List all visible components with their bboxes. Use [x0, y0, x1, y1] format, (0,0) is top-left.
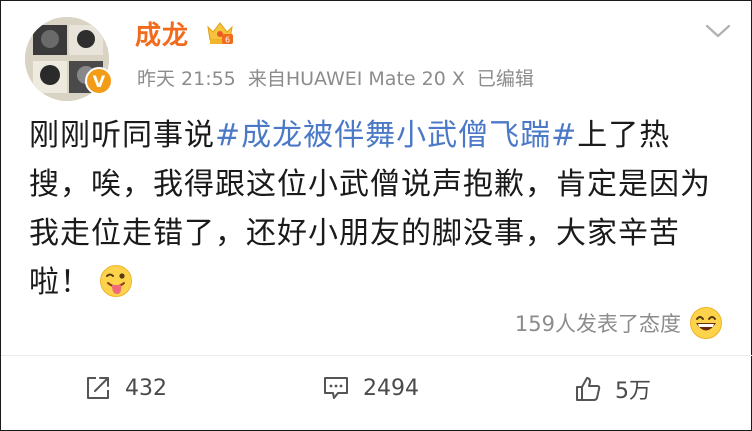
- svg-text:6: 6: [225, 36, 230, 45]
- edited-label[interactable]: 已编辑: [477, 68, 534, 90]
- content-text-before: 刚刚听同事说: [29, 118, 215, 153]
- verified-badge: V: [85, 67, 113, 95]
- share-icon: [87, 377, 109, 399]
- like-button[interactable]: 5万: [573, 373, 651, 405]
- tongue-wink-emoji-icon: [100, 265, 132, 297]
- crown-vip-icon[interactable]: 6: [205, 17, 235, 47]
- divider: [1, 355, 752, 356]
- author-name[interactable]: 成龙: [135, 15, 189, 52]
- thumbs-up-icon: [576, 377, 601, 401]
- comment-count: 2494: [363, 375, 419, 401]
- comment-icon: [324, 377, 348, 399]
- grin-emoji-icon: [690, 307, 722, 339]
- hashtag-link[interactable]: #成龙被伴舞小武僧飞踹#: [215, 118, 577, 153]
- chevron-down-icon[interactable]: [704, 21, 732, 41]
- share-count: 432: [125, 375, 167, 401]
- reactions-summary[interactable]: 159人发表了态度: [515, 306, 723, 340]
- post-time: 21:55: [181, 68, 236, 90]
- post-source: 来自HUAWEI Mate 20 X: [247, 68, 465, 90]
- post-date: 昨天: [137, 68, 176, 90]
- post-content: 刚刚听同事说#成龙被伴舞小武僧飞踹#上了热搜，唉，我得跟这位小武僧说声抱歉，肯定…: [29, 111, 729, 307]
- share-button[interactable]: 432: [83, 373, 167, 403]
- post-card: V 成龙 6 昨天 21:55 来自HUAWEI Mate 20 X 已编辑 刚刚…: [0, 0, 752, 431]
- like-count: 5万: [615, 379, 651, 404]
- comment-button[interactable]: 2494: [321, 373, 419, 403]
- reactions-label: 159人发表了态度: [514, 312, 681, 336]
- post-meta: 昨天 21:55 来自HUAWEI Mate 20 X 已编辑: [137, 64, 534, 91]
